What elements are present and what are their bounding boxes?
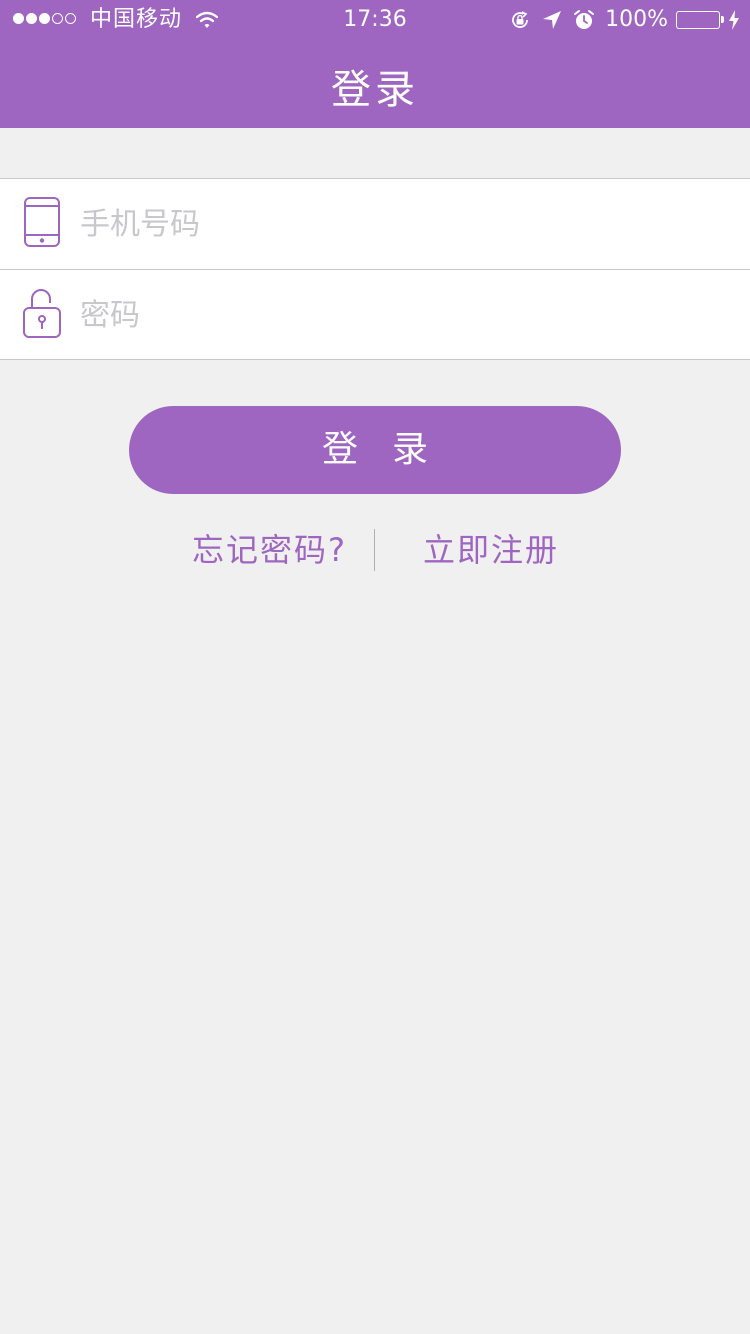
login-screen: 中国移动 17:36 100% 登录 手机号码 登录 忘记密码? 立即注册 xyxy=(0,0,750,1334)
links-divider xyxy=(374,529,375,571)
login-form xyxy=(0,178,750,360)
lock-icon xyxy=(23,289,61,338)
status-bar: 中国移动 17:36 100% xyxy=(0,0,750,40)
phone-icon xyxy=(24,197,60,247)
status-right-group: 100% xyxy=(509,8,740,32)
auth-links: 忘记密码? 立即注册 xyxy=(0,528,750,572)
location-arrow-icon xyxy=(543,11,562,29)
password-row xyxy=(0,269,750,359)
alarm-icon xyxy=(574,10,595,29)
battery-percent: 100% xyxy=(605,7,668,32)
login-button[interactable]: 登录 xyxy=(129,406,621,494)
rotation-lock-icon xyxy=(512,11,528,28)
charging-icon xyxy=(729,10,739,30)
password-input[interactable] xyxy=(80,290,720,340)
battery-icon xyxy=(676,11,724,29)
register-link[interactable]: 立即注册 xyxy=(423,528,559,572)
forgot-password-link[interactable]: 忘记密码? xyxy=(192,528,347,572)
phone-row xyxy=(0,179,750,269)
phone-input[interactable] xyxy=(80,199,720,249)
page-title: 登录 xyxy=(331,67,419,113)
header: 中国移动 17:36 100% 登录 xyxy=(0,0,750,128)
